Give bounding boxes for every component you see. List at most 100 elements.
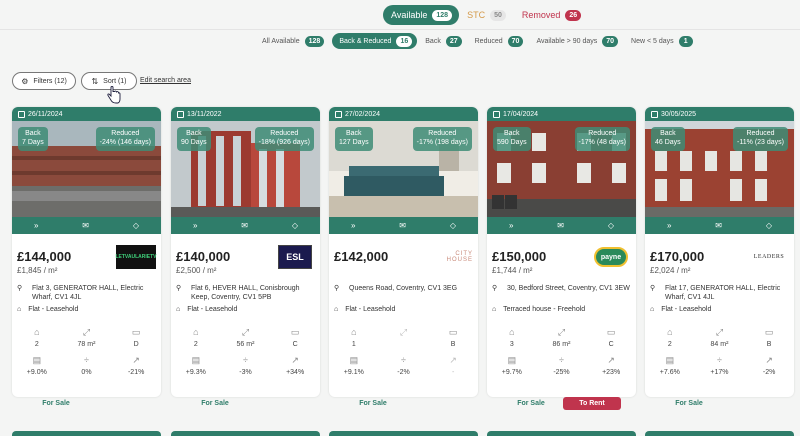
area-value: 86 m² xyxy=(552,341,571,348)
property-photo[interactable]: Back 127 Days Reduced -17% (198 days) xyxy=(329,121,478,217)
agent-logo-wrap: CITY HOUSE xyxy=(433,245,473,269)
property-card[interactable]: 30/05/2025 Back 46 Days Reduced -11% (23… xyxy=(645,107,794,397)
reduced-badge: Reduced -18% (926 days) xyxy=(254,127,314,151)
property-card[interactable]: 17/04/2024 Back 590 Days Reduced -17% (4… xyxy=(487,107,636,397)
calendar-icon xyxy=(18,110,25,118)
address[interactable]: ⚲ Flat 3, GENERATOR HALL, Electric Wharf… xyxy=(17,284,157,302)
stats-row: ⌂ 3 ⤢ 86 m² ▭ C xyxy=(487,327,636,348)
address[interactable]: ⚲ Flat 6, HEVER HALL, Conisbrough Keep, … xyxy=(176,284,316,302)
price-per-m2: £2,500 / m² xyxy=(176,266,217,275)
tab-removed[interactable]: Removed 26 xyxy=(514,5,589,25)
address-text: 30, Bedford Street, Coventry, CV1 3EW xyxy=(507,285,630,292)
address[interactable]: ⚲ Flat 17, GENERATOR HALL, Electric Whar… xyxy=(650,284,790,302)
mail-icon[interactable]: ✉ xyxy=(715,221,722,230)
property-type: ⌂ Flat - Leasehold xyxy=(17,306,78,313)
mail-icon[interactable]: ✉ xyxy=(241,221,248,230)
calendar-icon xyxy=(651,110,658,118)
tab-available[interactable]: Available 128 xyxy=(383,5,460,25)
change-stat: ÷ -3% xyxy=(225,355,265,376)
calendar-icon xyxy=(177,110,184,118)
card-action-bar: » ✉ ◇ xyxy=(171,217,320,234)
address[interactable]: ⚲ Queens Road, Coventry, CV1 3EG xyxy=(334,284,474,293)
expand-icon: ⤢ xyxy=(82,327,91,337)
reduced-badge-detail: -18% (926 days) xyxy=(258,138,310,146)
tag-icon[interactable]: ◇ xyxy=(766,221,772,230)
forward-icon[interactable]: » xyxy=(34,221,38,230)
tag-icon[interactable]: ◇ xyxy=(608,221,614,230)
epc-stat: ▭ C xyxy=(591,327,631,348)
property-photo[interactable]: Back 46 Days Reduced -11% (23 days) xyxy=(645,121,794,217)
growth-value: +9.1% xyxy=(343,369,364,376)
expand-icon: ⤢ xyxy=(557,327,566,337)
mail-icon[interactable]: ✉ xyxy=(399,221,406,230)
reduced-badge: Reduced -17% (48 days) xyxy=(574,127,630,151)
coins-icon: ▤ xyxy=(191,355,201,365)
calendar-icon xyxy=(493,110,500,118)
tab-stc[interactable]: STC 50 xyxy=(459,5,514,25)
expand-icon: ⤢ xyxy=(715,327,724,337)
tag-icon[interactable]: ◇ xyxy=(450,221,456,230)
count-badge: 1 xyxy=(678,35,693,47)
address[interactable]: ⚲ 30, Bedford Street, Coventry, CV1 3EW xyxy=(492,284,632,293)
property-photo[interactable]: Back 590 Days Reduced -17% (48 days) xyxy=(487,121,636,217)
growth-stat: ▤ +9.1% xyxy=(334,355,374,376)
for-sale-tag: For Sale xyxy=(675,400,703,407)
next-row-card xyxy=(487,431,636,436)
subtab-all-available[interactable]: All Available 128 xyxy=(257,33,329,49)
subtab-back-reduced[interactable]: Back & Reduced 16 xyxy=(332,33,418,49)
property-type-text: Flat - Leasehold xyxy=(187,306,238,313)
trend-icon: ↗ xyxy=(765,355,773,365)
sub-tabs: All Available 128 Back & Reduced 16 Back… xyxy=(257,33,701,49)
trend-stat: ↗ +23% xyxy=(591,355,631,376)
subtab-reduced[interactable]: Reduced 70 xyxy=(470,33,529,49)
property-card[interactable]: 26/11/2024 Back 7 Days Reduced -24% (146… xyxy=(12,107,161,397)
property-card[interactable]: 13/11/2022 Back 90 Days Reduced -18% (92… xyxy=(171,107,320,397)
reduced-badge-title: Reduced xyxy=(746,130,775,137)
date-bar: 26/11/2024 xyxy=(12,107,161,121)
forward-icon[interactable]: » xyxy=(509,221,513,230)
tag-icon[interactable]: ◇ xyxy=(292,221,298,230)
next-row-card xyxy=(12,431,161,436)
beds-stat: ⌂ 2 xyxy=(17,327,57,348)
subtab-back[interactable]: Back 27 xyxy=(420,33,466,49)
back-badge-title: Back xyxy=(186,130,202,137)
tab-label: Removed xyxy=(521,10,561,20)
epc-stat: ▭ C xyxy=(275,327,315,348)
growth-value: +7.6% xyxy=(659,369,680,376)
edit-search-area-link[interactable]: Edit search area xyxy=(140,77,191,84)
mail-icon[interactable]: ✉ xyxy=(557,221,564,230)
property-card[interactable]: 27/02/2024 Back 127 Days Reduced -17% (1… xyxy=(329,107,478,397)
property-photo[interactable]: Back 90 Days Reduced -18% (926 days) xyxy=(171,121,320,217)
for-sale-tag: For Sale xyxy=(42,400,70,407)
address-text: Flat 17, GENERATOR HALL, Electric Wharf,… xyxy=(665,285,781,302)
property-type-text: Flat - Leasehold xyxy=(345,306,396,313)
forward-icon[interactable]: » xyxy=(351,221,355,230)
back-badge-detail: 7 Days xyxy=(22,138,44,146)
property-photo[interactable]: Back 7 Days Reduced -24% (146 days) xyxy=(12,121,161,217)
stats-row: ▤ +9.0% ÷ 0% ↗ -21% xyxy=(12,355,161,376)
tag-icon[interactable]: ◇ xyxy=(133,221,139,230)
subtab-label: Reduced xyxy=(474,37,503,45)
reduced-badge-detail: -17% (48 days) xyxy=(578,138,626,146)
growth-stat: ▤ +9.7% xyxy=(492,355,532,376)
mail-icon[interactable]: ✉ xyxy=(82,221,89,230)
change-value: 0% xyxy=(81,369,92,376)
back-badge-title: Back xyxy=(25,130,41,137)
subtab-available-90-days[interactable]: Available > 90 days 70 xyxy=(531,33,623,49)
count-badge: 128 xyxy=(432,9,453,21)
agent-logo: payne xyxy=(594,247,628,267)
beds-value: 1 xyxy=(351,341,356,348)
area-value: 78 m² xyxy=(77,341,96,348)
filters-button[interactable]: ⚙ Filters (12) xyxy=(12,72,76,90)
beds-stat: ⌂ 1 xyxy=(334,327,374,348)
date-bar: 13/11/2022 xyxy=(171,107,320,121)
count-badge: 27 xyxy=(445,35,462,47)
subtab-new-5-days[interactable]: New < 5 days 1 xyxy=(626,33,698,49)
forward-icon[interactable]: » xyxy=(193,221,197,230)
back-badge: Back 46 Days xyxy=(651,127,685,151)
beds-stat: ⌂ 3 xyxy=(492,327,532,348)
card-action-bar: » ✉ ◇ xyxy=(645,217,794,234)
forward-icon[interactable]: » xyxy=(667,221,671,230)
pin-icon: ⚲ xyxy=(334,285,340,292)
epc-value: C xyxy=(608,341,614,348)
